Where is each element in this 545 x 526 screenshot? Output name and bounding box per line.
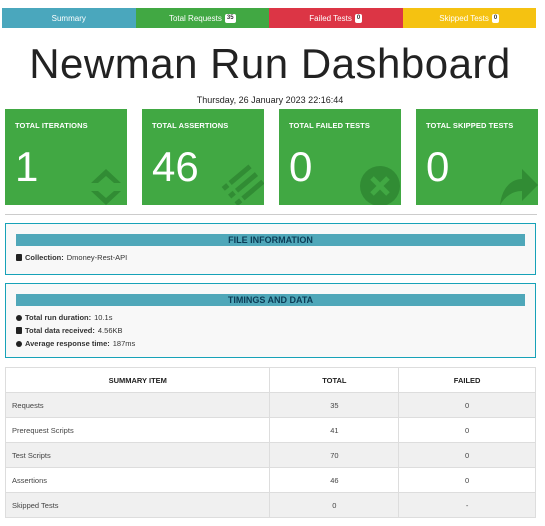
data-received-label: Total data received: [25,326,95,335]
summary-table: SUMMARY ITEM TOTAL FAILED Requests 35 0 … [4,367,536,518]
failed-cell: 0 [398,442,536,468]
summary-item-cell: Requests [4,392,271,418]
card-value: 0 [426,143,450,190]
timings-heading: TIMINGS AND DATA [16,294,525,306]
section-divider [5,214,537,215]
list-check-icon [221,164,264,205]
card-total-skipped-tests[interactable]: TOTAL SKIPPED TESTS 0 [416,109,538,205]
times-circle-icon [360,166,400,205]
total-cell: 35 [269,392,400,418]
tab-total-requests-label: Total Requests [168,13,222,23]
data-received-row: Total data received: 4.56KB [16,326,535,335]
total-cell: 46 [269,467,400,493]
card-label: TOTAL FAILED TESTS [289,121,370,130]
tab-skipped-tests[interactable]: Skipped Tests 0 [402,8,536,28]
column-header-total: TOTAL [269,367,400,393]
card-value: 1 [15,143,39,190]
nav-tabs: Summary Total Requests 35 Failed Tests 0… [2,8,536,28]
card-label: TOTAL ITERATIONS [15,121,88,130]
database-icon [16,327,22,334]
file-information-panel: FILE INFORMATION Collection: Dmoney-Rest… [5,223,536,275]
column-header-summary-item: SUMMARY ITEM [4,367,271,393]
timings-panel: TIMINGS AND DATA Total run duration: 10.… [5,283,536,358]
table-row: Skipped Tests 0 - [4,492,536,518]
share-arrow-icon [500,169,538,205]
table-row: Prerequest Scripts 41 0 [4,417,536,443]
table-row: Requests 35 0 [4,392,536,418]
table-header-row: SUMMARY ITEM TOTAL FAILED [4,367,536,393]
card-total-failed-tests[interactable]: TOTAL FAILED TESTS 0 [279,109,401,205]
collection-row: Collection: Dmoney-Rest-API [16,253,535,262]
table-row: Test Scripts 70 0 [4,442,536,468]
run-duration-value: 10.1s [94,313,113,322]
skipped-count-badge: 0 [491,13,500,23]
tab-failed-tests[interactable]: Failed Tests 0 [269,8,403,28]
stopwatch-icon [16,314,22,321]
response-time-row: Average response time: 187ms [16,339,535,348]
run-duration-row: Total run duration: 10.1s [16,313,535,322]
tab-skipped-tests-label: Skipped Tests [439,13,489,23]
summary-item-cell: Prerequest Scripts [4,417,271,443]
file-icon [16,254,22,261]
tab-failed-tests-label: Failed Tests [309,13,352,23]
total-cell: 70 [269,442,400,468]
column-header-failed: FAILED [398,367,536,393]
response-time-value: 187ms [112,339,136,348]
page-title: Newman Run Dashboard [29,40,511,87]
tab-summary[interactable]: Summary [2,8,136,28]
run-date: Thursday, 26 January 2023 22:16:44 [196,95,344,105]
failed-cell: 0 [398,417,536,443]
card-total-iterations[interactable]: TOTAL ITERATIONS 1 [5,109,127,205]
card-value: 46 [152,143,199,190]
card-label: TOTAL SKIPPED TESTS [426,121,514,130]
summary-item-cell: Assertions [4,467,271,493]
response-time-label: Average response time: [25,339,110,348]
stopwatch-icon [16,340,22,347]
run-duration-label: Total run duration: [25,313,92,322]
tab-summary-label: Summary [51,13,86,23]
failed-cell: 0 [398,392,536,418]
summary-item-cell: Test Scripts [4,442,271,468]
card-label: TOTAL ASSERTIONS [152,121,229,130]
failed-cell: 0 [398,467,536,493]
refresh-icon [91,169,121,205]
total-cell: 41 [269,417,400,443]
data-received-value: 4.56KB [97,326,123,335]
failed-cell: - [398,492,536,518]
file-information-heading: FILE INFORMATION [16,234,525,246]
failed-count-badge: 0 [354,13,363,23]
tab-total-requests[interactable]: Total Requests 35 [135,8,269,28]
summary-item-cell: Skipped Tests [4,492,271,518]
total-cell: 0 [269,492,400,518]
requests-count-badge: 35 [224,13,236,23]
table-row: Assertions 46 0 [4,467,536,493]
card-total-assertions[interactable]: TOTAL ASSERTIONS 46 [142,109,264,205]
collection-value: Dmoney-Rest-API [66,253,128,262]
collection-label: Collection: [25,253,64,262]
card-value: 0 [289,143,313,190]
